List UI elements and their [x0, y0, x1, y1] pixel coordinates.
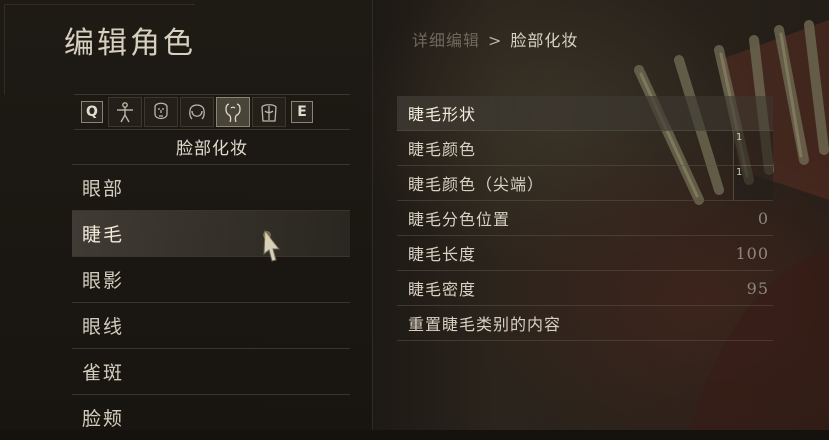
option-eyelash-length[interactable]: 睫毛长度 100	[397, 236, 773, 271]
option-label: 重置睫毛类别的内容	[408, 315, 562, 334]
option-eyelash-shape[interactable]: 睫毛形状	[397, 96, 773, 131]
hair-icon	[189, 104, 205, 120]
option-eyelash-color-split[interactable]: 睫毛分色位置 0	[397, 201, 773, 236]
color-swatch[interactable]: 1	[733, 166, 773, 200]
option-label: 睫毛形状	[408, 105, 477, 124]
category-tabs: Q E	[74, 94, 350, 130]
option-label: 睫毛密度	[408, 280, 477, 299]
option-value: 95	[746, 278, 769, 298]
option-value: 100	[735, 243, 769, 263]
option-eyelash-color[interactable]: 睫毛颜色 1	[397, 131, 773, 166]
menu-item-freckles[interactable]: 雀斑	[72, 348, 350, 394]
category-menu: 眼部 睫毛 眼影 眼线 雀斑 脸颊	[72, 164, 350, 440]
breadcrumb-previous[interactable]: 详细编辑	[412, 31, 480, 50]
breadcrumb: 详细编辑 > 脸部化妆	[412, 27, 578, 51]
menu-item-eyeliner[interactable]: 眼线	[72, 302, 350, 348]
makeup-icon	[225, 103, 241, 123]
option-eyelash-tip-color[interactable]: 睫毛颜色（尖端） 1	[397, 166, 773, 201]
tab-face[interactable]	[144, 97, 178, 127]
menu-item-eyes[interactable]: 眼部	[72, 164, 350, 210]
menu-item-cheeks[interactable]: 脸颊	[72, 394, 350, 440]
options-list: 睫毛形状 睫毛颜色 1 睫毛颜色（尖端） 1 睫毛分色位置 0 睫毛长度 100…	[397, 96, 773, 341]
tab-next-key[interactable]: E	[291, 101, 313, 123]
section-title: 脸部化妆	[176, 139, 248, 159]
face-icon	[154, 102, 168, 120]
pointer-cursor-icon	[263, 229, 281, 262]
torso-icon	[261, 104, 277, 122]
tab-body[interactable]	[108, 97, 142, 127]
swatch-index: 1	[736, 167, 744, 178]
option-label: 睫毛长度	[408, 245, 477, 264]
breadcrumb-separator: >	[488, 31, 503, 50]
option-value: 0	[757, 208, 769, 228]
option-eyelash-density[interactable]: 睫毛密度 95	[397, 271, 773, 306]
tab-torso[interactable]	[252, 97, 286, 127]
tab-makeup[interactable]	[216, 97, 250, 127]
option-reset-eyelash-category[interactable]: 重置睫毛类别的内容	[397, 306, 773, 341]
menu-item-eyelashes[interactable]: 睫毛	[72, 210, 350, 256]
tab-hair[interactable]	[180, 97, 214, 127]
breadcrumb-current: 脸部化妆	[510, 31, 579, 50]
option-label: 睫毛分色位置	[408, 210, 511, 229]
swatch-index: 1	[736, 132, 744, 143]
body-icon	[117, 102, 133, 123]
menu-item-eyeshadow[interactable]: 眼影	[72, 256, 350, 302]
page-title: 编辑角色	[64, 26, 196, 61]
option-label: 睫毛颜色	[408, 140, 477, 159]
color-swatch[interactable]: 1	[733, 131, 773, 165]
option-label: 睫毛颜色（尖端）	[408, 175, 545, 194]
tab-prev-key[interactable]: Q	[81, 101, 103, 123]
